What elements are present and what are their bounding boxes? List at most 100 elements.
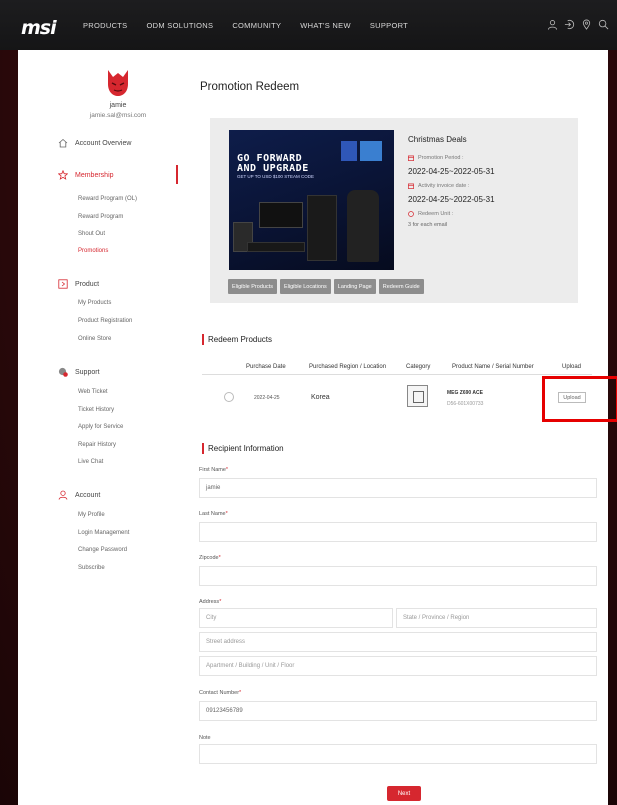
note-label: Note: [199, 735, 211, 741]
tag-landing-page[interactable]: Landing Page: [333, 279, 376, 294]
zipcode-input[interactable]: [199, 566, 597, 586]
nav-whats-new[interactable]: WHAT'S NEW: [300, 21, 351, 30]
support-chat-icon: [58, 367, 68, 377]
street-address-input[interactable]: Street address: [199, 632, 597, 652]
sidebar-account[interactable]: Account: [58, 490, 100, 500]
promotion-period-label: Promotion Period :: [408, 155, 464, 161]
sidebar-membership[interactable]: Membership: [58, 170, 114, 180]
redeem-unit-value: 3 for each email: [408, 222, 448, 228]
last-name-input[interactable]: [199, 522, 597, 542]
upload-highlight-box: [542, 376, 617, 422]
promotion-period-value: 2022-04-25~2022-05-31: [408, 167, 495, 176]
zipcode-label: Zipcode*: [199, 555, 221, 561]
monitor-image: [259, 202, 303, 228]
first-name-label: First Name*: [199, 467, 229, 473]
login-icon[interactable]: [561, 16, 578, 32]
last-name-label: Last Name*: [199, 511, 228, 517]
location-pin-icon[interactable]: [578, 16, 595, 32]
nav-products[interactable]: PRODUCTS: [83, 21, 128, 30]
user-icon[interactable]: [544, 16, 561, 32]
note-input[interactable]: [199, 744, 597, 764]
nav-community[interactable]: COMMUNITY: [232, 21, 281, 30]
keyboard-image: [247, 242, 305, 252]
calendar-icon: [408, 155, 414, 161]
row-serial-number: D56-601X00733: [447, 401, 484, 407]
sidebar-product[interactable]: Product: [58, 279, 99, 289]
city-input[interactable]: City: [199, 608, 393, 628]
search-icon[interactable]: [595, 16, 612, 32]
contact-number-label: Contact Number*: [199, 690, 242, 696]
redeem-products-heading: Redeem Products: [202, 334, 272, 345]
contact-number-input[interactable]: 09123456789: [199, 701, 597, 721]
col-product-name: Product Name / Serial Number: [452, 364, 534, 370]
col-purchase-date: Purchase Date: [246, 364, 286, 370]
main-content: Promotion Redeem GO FORWARD AND UPGRADE …: [198, 50, 617, 805]
recipient-info-heading: Recipient Information: [202, 443, 284, 454]
row-purchase-date: 2022-04-25: [254, 395, 280, 401]
sidebar-support[interactable]: Support: [58, 367, 100, 377]
sidebar-item-web-ticket[interactable]: Web Ticket: [78, 389, 108, 395]
banner-headline: GO FORWARD AND UPGRADE: [237, 153, 309, 174]
account-sidebar: jamie jamie.sal@msi.com Account Overview…: [18, 50, 178, 805]
sidebar-product-label: Product: [75, 280, 100, 288]
tag-eligible-products[interactable]: Eligible Products: [228, 279, 277, 294]
nav-odm-solutions[interactable]: ODM SOLUTIONS: [147, 21, 214, 30]
star-icon: [58, 170, 68, 180]
sidebar-item-change-password[interactable]: Change Password: [78, 547, 127, 553]
col-category: Category: [406, 364, 431, 370]
address-label: Address*: [199, 599, 222, 605]
redeem-unit-label: Redeem Unit :: [408, 211, 453, 217]
sidebar-item-apply-for-service[interactable]: Apply for Service: [78, 424, 123, 430]
banner-subline: GET UP TO USD $100 STEAM CODE: [237, 174, 314, 179]
main-menu: PRODUCTS ODM SOLUTIONS COMMUNITY WHAT'S …: [83, 21, 427, 30]
nav-support[interactable]: SUPPORT: [370, 21, 408, 30]
table-divider: [202, 374, 592, 375]
account-icon: [58, 490, 68, 500]
sidebar-item-live-chat[interactable]: Live Chat: [78, 459, 103, 465]
sidebar-item-shout-out[interactable]: Shout Out: [78, 231, 105, 237]
sidebar-account-label: Account: [75, 491, 101, 499]
sidebar-item-online-store[interactable]: Online Store: [78, 336, 111, 342]
sidebar-account-overview-label: Account Overview: [75, 139, 132, 147]
sidebar-item-my-products[interactable]: My Products: [78, 300, 111, 306]
nav-icon-group: [544, 16, 612, 32]
redeem-icon: [408, 211, 414, 217]
apartment-input[interactable]: Apartment / Building / Unit / Floor: [199, 656, 597, 676]
activity-invoice-label: Activity invoice date :: [408, 183, 469, 189]
avatar: [100, 64, 136, 100]
sidebar-item-product-registration[interactable]: Product Registration: [78, 318, 132, 324]
top-navigation: msi PRODUCTS ODM SOLUTIONS COMMUNITY WHA…: [0, 0, 617, 50]
calendar-icon: [408, 183, 414, 189]
tag-redeem-guide[interactable]: Redeem Guide: [378, 279, 424, 294]
sidebar-item-ticket-history[interactable]: Ticket History: [78, 407, 114, 413]
sidebar-item-login-management[interactable]: Login Management: [78, 530, 129, 536]
sidebar-item-promotions[interactable]: Promotions: [78, 248, 108, 254]
cpu-box-image: [341, 141, 357, 161]
pc-tower-image: [307, 195, 337, 261]
activity-invoice-value: 2022-04-25~2022-05-31: [408, 195, 495, 204]
sidebar-item-my-profile[interactable]: My Profile: [78, 512, 105, 518]
account-card: jamie jamie.sal@msi.com Account Overview…: [18, 50, 617, 805]
state-province-input[interactable]: State / Province / Region: [396, 608, 597, 628]
user-email: jamie.sal@msi.com: [89, 112, 147, 119]
sidebar-support-label: Support: [75, 368, 100, 376]
sidebar-item-reward-program-ol[interactable]: Reward Program (OL): [78, 196, 137, 202]
promotion-card: GO FORWARD AND UPGRADE GET UP TO USD $10…: [210, 118, 578, 303]
msi-logo[interactable]: msi: [21, 17, 57, 39]
promotion-tags: Eligible Products Eligible Locations Lan…: [228, 279, 427, 294]
deal-title: Christmas Deals: [408, 135, 467, 144]
gaming-chair-image: [347, 190, 379, 262]
sidebar-item-reward-program[interactable]: Reward Program: [78, 214, 123, 220]
row-select-radio[interactable]: [224, 392, 234, 402]
sidebar-account-overview[interactable]: Account Overview: [58, 138, 131, 148]
next-button[interactable]: Next: [387, 786, 421, 801]
product-icon: [58, 279, 68, 289]
sidebar-membership-label: Membership: [75, 171, 114, 179]
sidebar-item-subscribe[interactable]: Subscribe: [78, 565, 105, 571]
sidebar-item-repair-history[interactable]: Repair History: [78, 442, 116, 448]
first-name-input[interactable]: jamie: [199, 478, 597, 498]
tag-eligible-locations[interactable]: Eligible Locations: [279, 279, 331, 294]
page-title: Promotion Redeem: [200, 81, 300, 93]
motherboard-category-icon: [407, 385, 428, 407]
cpu-box-image: [360, 141, 382, 161]
